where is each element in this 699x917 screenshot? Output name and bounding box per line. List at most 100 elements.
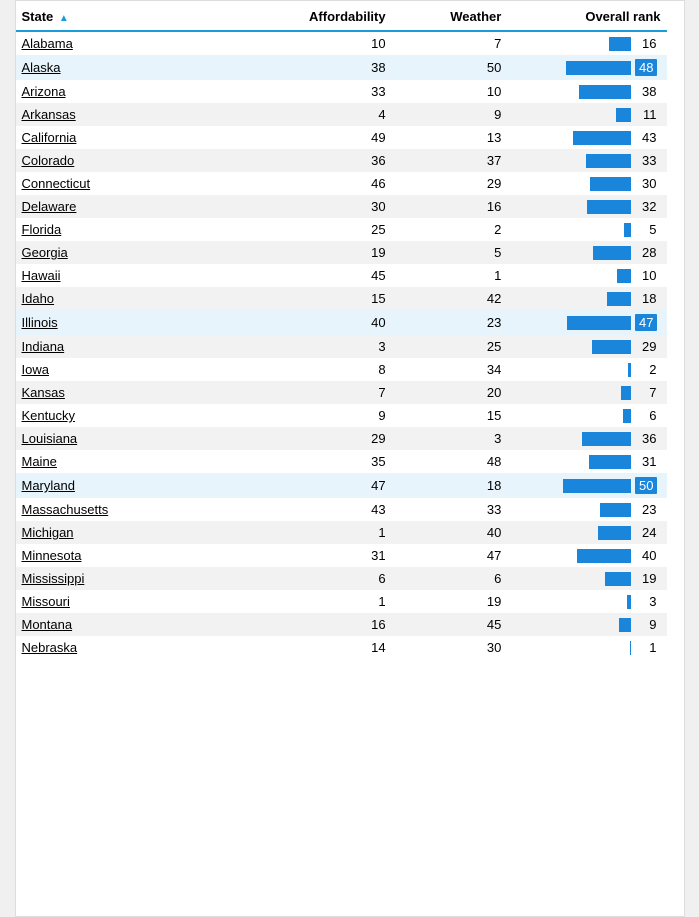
table-row[interactable]: Arizona331038 (16, 80, 667, 103)
weather-cell: 34 (392, 358, 508, 381)
state-cell[interactable]: Alaska (16, 55, 247, 80)
affordability-header-label: Affordability (309, 9, 386, 24)
sort-arrow-up: ▲ (59, 13, 69, 24)
state-cell[interactable]: Connecticut (16, 172, 247, 195)
weather-cell: 6 (392, 567, 508, 590)
table-row[interactable]: Florida2525 (16, 218, 667, 241)
affordability-cell: 36 (247, 149, 392, 172)
weather-cell: 37 (392, 149, 508, 172)
weather-header-label: Weather (450, 9, 501, 24)
rank-number: 36 (635, 431, 657, 446)
state-cell[interactable]: Mississippi (16, 567, 247, 590)
table-row[interactable]: Indiana32529 (16, 335, 667, 358)
table-row[interactable]: Idaho154218 (16, 287, 667, 310)
table-row[interactable]: Arkansas4911 (16, 103, 667, 126)
table-row[interactable]: Nebraska14301 (16, 636, 667, 659)
affordability-cell: 25 (247, 218, 392, 241)
rank-bar (579, 85, 631, 99)
state-cell[interactable]: Kentucky (16, 404, 247, 427)
table-row[interactable]: Hawaii45110 (16, 264, 667, 287)
weather-cell: 42 (392, 287, 508, 310)
overall-rank-cell: 19 (507, 567, 666, 590)
state-cell[interactable]: Hawaii (16, 264, 247, 287)
rank-number: 30 (635, 176, 657, 191)
table-row[interactable]: Colorado363733 (16, 149, 667, 172)
table-row[interactable]: Kansas7207 (16, 381, 667, 404)
state-cell[interactable]: California (16, 126, 247, 149)
state-cell[interactable]: Kansas (16, 381, 247, 404)
table-row[interactable]: Louisiana29336 (16, 427, 667, 450)
affordability-cell: 1 (247, 590, 392, 613)
rank-number: 28 (635, 245, 657, 260)
rank-number: 38 (635, 84, 657, 99)
state-cell[interactable]: Idaho (16, 287, 247, 310)
table-scroll-area[interactable]: State ▲ Affordability Weather Overall ra… (16, 1, 684, 916)
rank-bar (587, 200, 631, 214)
overall-rank-cell: 7 (507, 381, 666, 404)
overall-rank-cell: 23 (507, 498, 666, 521)
col-header-weather[interactable]: Weather (392, 1, 508, 31)
table-row[interactable]: Delaware301632 (16, 195, 667, 218)
affordability-cell: 10 (247, 31, 392, 55)
table-row[interactable]: Michigan14024 (16, 521, 667, 544)
overall-rank-cell: 36 (507, 427, 666, 450)
col-header-affordability[interactable]: Affordability (247, 1, 392, 31)
state-cell[interactable]: Maine (16, 450, 247, 473)
overall-rank-cell: 48 (507, 55, 666, 80)
rank-number: 24 (635, 525, 657, 540)
table-row[interactable]: Maryland471850 (16, 473, 667, 498)
weather-cell: 9 (392, 103, 508, 126)
state-cell[interactable]: Minnesota (16, 544, 247, 567)
state-cell[interactable]: Michigan (16, 521, 247, 544)
table-row[interactable]: Minnesota314740 (16, 544, 667, 567)
state-cell[interactable]: Colorado (16, 149, 247, 172)
state-cell[interactable]: Louisiana (16, 427, 247, 450)
rank-bar (627, 595, 631, 609)
table-row[interactable]: Mississippi6619 (16, 567, 667, 590)
state-cell[interactable]: Georgia (16, 241, 247, 264)
table-row[interactable]: Maine354831 (16, 450, 667, 473)
state-cell[interactable]: Arkansas (16, 103, 247, 126)
rank-bar (605, 572, 631, 586)
overall-rank-cell: 38 (507, 80, 666, 103)
table-row[interactable]: Montana16459 (16, 613, 667, 636)
table-row[interactable]: Georgia19528 (16, 241, 667, 264)
overall-rank-cell: 6 (507, 404, 666, 427)
weather-cell: 18 (392, 473, 508, 498)
rank-bar (623, 409, 631, 423)
state-cell[interactable]: Florida (16, 218, 247, 241)
overall-rank-cell: 11 (507, 103, 666, 126)
state-cell[interactable]: Arizona (16, 80, 247, 103)
table-row[interactable]: Kentucky9156 (16, 404, 667, 427)
col-header-state[interactable]: State ▲ (16, 1, 247, 31)
table-row[interactable]: Alabama10716 (16, 31, 667, 55)
weather-cell: 25 (392, 335, 508, 358)
table-row[interactable]: Connecticut462930 (16, 172, 667, 195)
state-cell[interactable]: Alabama (16, 31, 247, 55)
state-cell[interactable]: Maryland (16, 473, 247, 498)
rank-bar (590, 177, 631, 191)
overall-rank-cell: 50 (507, 473, 666, 498)
table-row[interactable]: Iowa8342 (16, 358, 667, 381)
state-cell[interactable]: Nebraska (16, 636, 247, 659)
table-row[interactable]: Illinois402347 (16, 310, 667, 335)
state-cell[interactable]: Iowa (16, 358, 247, 381)
table-row[interactable]: Alaska385048 (16, 55, 667, 80)
table-row[interactable]: California491343 (16, 126, 667, 149)
table-row[interactable]: Missouri1193 (16, 590, 667, 613)
state-cell[interactable]: Massachusetts (16, 498, 247, 521)
state-cell[interactable]: Montana (16, 613, 247, 636)
state-cell[interactable]: Missouri (16, 590, 247, 613)
rank-number: 1 (635, 640, 657, 655)
col-header-overall[interactable]: Overall rank (507, 1, 666, 31)
affordability-cell: 47 (247, 473, 392, 498)
state-cell[interactable]: Delaware (16, 195, 247, 218)
state-cell[interactable]: Illinois (16, 310, 247, 335)
rank-bar (566, 61, 631, 75)
state-cell[interactable]: Indiana (16, 335, 247, 358)
rank-bar (592, 340, 631, 354)
table-row[interactable]: Massachusetts433323 (16, 498, 667, 521)
weather-cell: 13 (392, 126, 508, 149)
overall-rank-cell: 31 (507, 450, 666, 473)
affordability-cell: 9 (247, 404, 392, 427)
